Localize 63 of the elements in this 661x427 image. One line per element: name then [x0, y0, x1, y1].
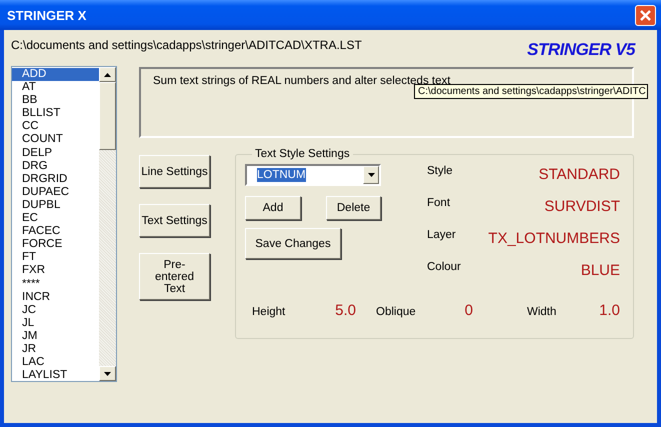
list-item[interactable]: COUNT — [12, 133, 99, 147]
save-button[interactable]: Save Changes — [245, 228, 341, 259]
list-item[interactable]: DELP — [12, 146, 99, 160]
list-item[interactable]: FT — [12, 251, 99, 264]
scroll-up-button[interactable] — [99, 67, 116, 82]
tooltip: C:\documents and settings\cadapps\stringer\ADITC — [414, 84, 648, 99]
close-button[interactable] — [635, 4, 656, 26]
metric-value: 5.0 — [334, 302, 356, 319]
list-item[interactable]: ADD — [12, 68, 99, 82]
list-item[interactable]: **** — [12, 278, 99, 291]
scroll-down-button[interactable] — [99, 366, 116, 381]
list-item[interactable]: CC — [12, 120, 99, 134]
list-item[interactable]: FXR — [12, 264, 99, 278]
list-item[interactable]: AT — [12, 81, 99, 94]
list-item[interactable]: FORCE — [12, 238, 99, 252]
close-icon — [640, 10, 651, 20]
property-label: Style — [427, 164, 454, 179]
dropdown-button[interactable] — [363, 166, 379, 184]
list-item[interactable]: LAC — [12, 356, 99, 370]
property-label: Font — [427, 196, 452, 211]
settings-button[interactable]: Pre-entered Text — [139, 253, 210, 300]
metric-label: Width — [526, 306, 558, 318]
delete-button[interactable]: Delete — [326, 196, 381, 220]
property-value: TX_LOTNUMBERS — [487, 229, 620, 249]
caret-icon — [368, 173, 374, 177]
list-item[interactable]: DRG — [12, 160, 99, 173]
property-value: BLUE — [580, 261, 620, 281]
window-title: STRINGER X — [7, 8, 86, 22]
command-list[interactable]: ADD AT BB BLLIST CC COUNT DELP DRG DRGRID DUPAEC DUPBL EC FACEC FORCE FT FXR **** INCR JC JL JM JR LAC LAYLIST — [11, 66, 117, 382]
list-item[interactable]: JM — [12, 330, 99, 343]
list-item[interactable]: BLLIST — [12, 107, 99, 120]
up-arrow-icon — [104, 72, 111, 76]
list-item[interactable]: EC — [12, 212, 99, 226]
description-text: Sum text strings of REAL numbers and alter selecteds text — [153, 75, 450, 87]
property-value: STANDARD — [538, 165, 620, 185]
list-item[interactable]: JL — [12, 316, 99, 330]
metric-value: 0 — [464, 302, 473, 319]
list-item[interactable]: LAYLIST — [12, 369, 99, 381]
scrollbar[interactable] — [99, 67, 116, 381]
metric-label: Height — [251, 306, 286, 318]
file-path: C:\documents and settings\cadapps\stringer\ADITCAD\XTRA.LST — [11, 38, 362, 52]
list-item[interactable]: DUPAEC — [12, 186, 99, 199]
list-item[interactable]: INCR — [12, 290, 99, 304]
list-item[interactable]: BB — [12, 94, 99, 108]
property-label: Colour — [427, 260, 462, 275]
property-value: SURVDIST — [543, 197, 620, 217]
group-title: Text Style Settings — [254, 148, 351, 160]
list-item[interactable]: FACEC — [12, 225, 99, 238]
list-item[interactable]: JR — [12, 342, 99, 356]
list-item[interactable]: JC — [12, 304, 99, 317]
settings-button[interactable]: Line Settings — [139, 155, 210, 188]
scroll-thumb[interactable] — [99, 82, 116, 150]
logo-text: STRINGER V5 — [527, 40, 635, 60]
property-label: Layer — [427, 228, 457, 243]
add-button[interactable]: Add — [245, 196, 301, 220]
settings-button[interactable]: Text Settings — [139, 204, 210, 237]
style-dropdown[interactable]: LOTNUM — [245, 164, 381, 186]
metric-value: 1.0 — [598, 302, 620, 319]
list-item[interactable]: DRGRID — [12, 172, 99, 186]
list-item[interactable]: DUPBL — [12, 198, 99, 212]
metric-label: Oblique — [375, 306, 417, 318]
down-arrow-icon — [104, 372, 111, 376]
dropdown-value: LOTNUM — [257, 168, 306, 182]
